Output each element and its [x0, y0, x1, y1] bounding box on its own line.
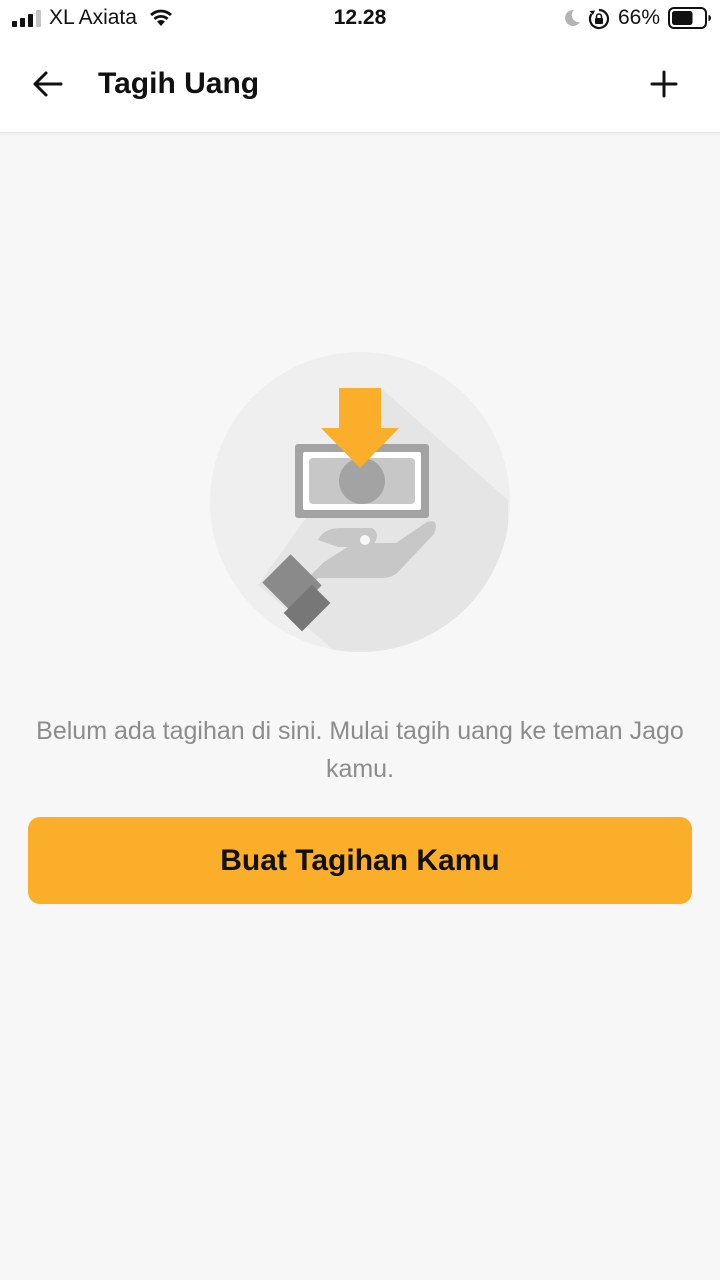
create-bill-button[interactable]: Buat Tagihan Kamu: [28, 817, 692, 904]
orientation-lock-icon: [588, 8, 610, 30]
page-title: Tagih Uang: [98, 67, 260, 100]
battery-percent: 66%: [618, 6, 661, 29]
back-button[interactable]: [24, 62, 72, 106]
arrow-left-icon: [33, 71, 63, 97]
battery-icon: [668, 7, 711, 29]
status-bar: XL Axiata 12.28 66%: [0, 0, 720, 36]
app-header: Tagih Uang: [0, 36, 720, 133]
hand-receiving-money-illustration: [210, 352, 510, 652]
moon-icon: [565, 9, 580, 26]
empty-state-message: Belum ada tagihan di sini. Mulai tagih u…: [36, 717, 684, 783]
plus-icon: [650, 70, 678, 98]
add-bill-button[interactable]: [640, 60, 688, 108]
status-time: 12.28: [333, 6, 387, 29]
